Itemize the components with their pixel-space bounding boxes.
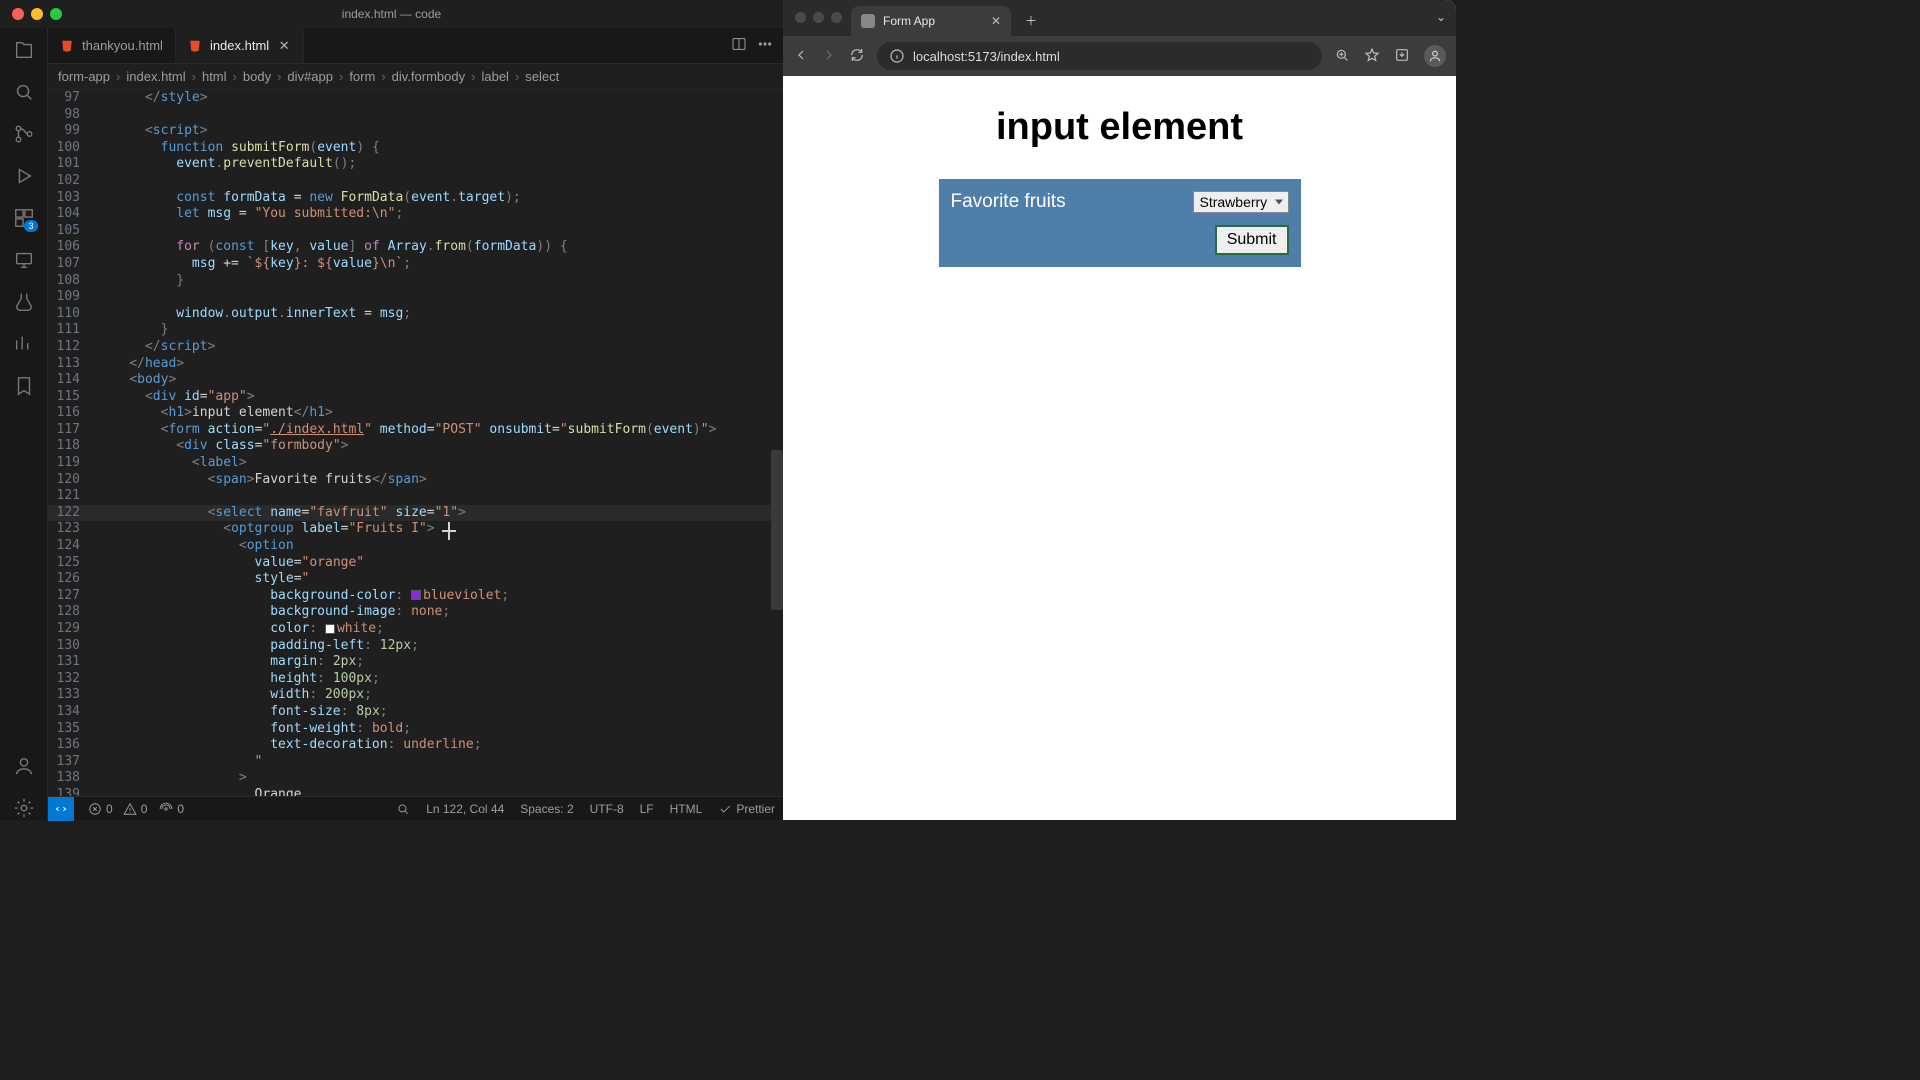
breadcrumb-segment[interactable]: label [481,69,508,84]
browser-tab[interactable]: Form App ✕ [851,6,1011,36]
bookmark-star-icon[interactable] [1364,47,1380,66]
cursor-position[interactable]: Ln 122, Col 44 [426,802,504,816]
browser-tabstrip: Form App ✕ ＋ ⌄ [783,0,1456,36]
breadcrumb-segment[interactable]: div.formbody [392,69,465,84]
extensions-badge: 3 [24,220,37,232]
minimize-window-dot[interactable] [813,12,824,23]
browser-tab-title: Form App [883,14,935,28]
breadcrumb-segment[interactable]: div#app [287,69,333,84]
find-icon[interactable] [396,802,410,816]
install-app-icon[interactable] [1394,47,1410,66]
testing-icon[interactable] [12,290,36,314]
eol[interactable]: LF [640,802,654,816]
breadcrumb-segment[interactable]: select [525,69,559,84]
browser-window-controls [795,12,842,23]
browser-window: Form App ✕ ＋ ⌄ localhost:5173/index.html… [783,0,1456,820]
breadcrumb-segment[interactable]: form [349,69,375,84]
indentation[interactable]: Spaces: 2 [520,802,573,816]
tabs-overflow-icon[interactable]: ⌄ [1436,10,1446,24]
minimap[interactable] [769,90,783,796]
vscode-window: index.html — code 3 thankyou.htmlindex.h… [0,0,783,820]
page-content: input element Favorite fruits Strawberry… [783,76,1456,820]
reload-button[interactable] [849,47,865,66]
bookmark-icon[interactable] [12,374,36,398]
html-file-icon [60,39,74,53]
code-editor[interactable]: 97 </style>9899 <script>100 function sub… [48,90,783,796]
maximize-window-dot[interactable] [831,12,842,23]
explorer-icon[interactable] [12,38,36,62]
encoding[interactable]: UTF-8 [590,802,624,816]
editor-tab[interactable]: thankyou.html [48,28,176,63]
activity-bar: 3 [0,28,48,820]
window-title: index.html — code [0,0,783,28]
maximize-window-dot[interactable] [50,8,62,20]
search-icon[interactable] [12,80,36,104]
url-field[interactable]: localhost:5173/index.html [877,42,1322,70]
run-debug-icon[interactable] [12,164,36,188]
browser-toolbar: localhost:5173/index.html [783,36,1456,76]
split-editor-icon[interactable] [731,36,747,55]
profile-avatar[interactable] [1424,45,1446,67]
editor-tabs: thankyou.htmlindex.html✕ [48,28,783,64]
select-label: Favorite fruits [951,191,1066,213]
form-body: Favorite fruits Strawberry Submit [939,179,1301,267]
editor-tab[interactable]: index.html✕ [176,28,304,63]
forward-button[interactable] [821,47,837,66]
account-icon[interactable] [12,754,36,778]
source-control-icon[interactable] [12,122,36,146]
minimize-window-dot[interactable] [31,8,43,20]
close-window-dot[interactable] [12,8,24,20]
page-heading: input element [996,106,1243,149]
graph-icon[interactable] [12,332,36,356]
window-controls [12,8,62,20]
close-tab-icon[interactable]: ✕ [277,39,291,53]
prettier-status[interactable]: Prettier [718,802,775,816]
breadcrumb-segment[interactable]: body [243,69,271,84]
remote-explorer-icon[interactable] [12,248,36,272]
site-info-icon[interactable] [889,48,905,64]
favicon-icon [861,14,875,28]
language-mode[interactable]: HTML [670,802,703,816]
ports-indicator[interactable]: 0 [159,802,184,816]
remote-indicator[interactable] [48,797,74,821]
close-tab-icon[interactable]: ✕ [991,14,1001,28]
zoom-icon[interactable] [1334,47,1350,66]
breadcrumb[interactable]: form-app›index.html›html›body›div#app›fo… [48,64,783,90]
breadcrumb-segment[interactable]: index.html [126,69,185,84]
more-actions-icon[interactable] [757,36,773,55]
back-button[interactable] [793,47,809,66]
submit-button[interactable]: Submit [1215,225,1289,255]
new-tab-button[interactable]: ＋ [1017,6,1045,34]
breadcrumb-segment[interactable]: html [202,69,227,84]
status-bar: 0 0 0 Ln 122, Col 44 Spaces: 2 UTF-8 LF … [48,796,783,820]
problems-indicator[interactable]: 0 0 [88,802,147,816]
settings-gear-icon[interactable] [12,796,36,820]
favorite-fruits-select[interactable]: Strawberry [1193,191,1289,213]
url-text: localhost:5173/index.html [913,49,1060,64]
close-window-dot[interactable] [795,12,806,23]
extensions-icon[interactable]: 3 [12,206,36,230]
html-file-icon [188,39,202,53]
breadcrumb-segment[interactable]: form-app [58,69,110,84]
